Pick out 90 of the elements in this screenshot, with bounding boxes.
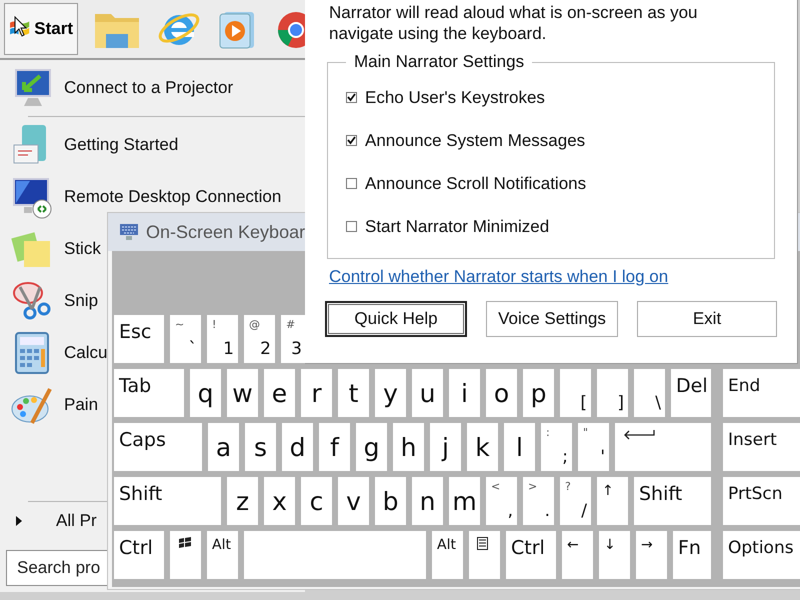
keyboard-key[interactable] [469, 531, 500, 579]
keyboard-key[interactable]: Alt [207, 531, 238, 579]
keyboard-key[interactable]: n [412, 477, 443, 525]
keyboard-key[interactable]: a [208, 423, 239, 471]
keyboard-key[interactable]: < , [486, 477, 517, 525]
keyboard-key[interactable]: Insert [723, 423, 800, 471]
keyboard-key[interactable]: v [338, 477, 369, 525]
keyboard-key[interactable]: b [375, 477, 406, 525]
keyboard-key[interactable]: Fn [673, 531, 711, 579]
keyboard-key[interactable]: PrtScn [723, 477, 800, 525]
keyboard-key[interactable]: w [227, 369, 258, 417]
keyboard-key[interactable]: : ; [541, 423, 572, 471]
keyboard-key[interactable]: End [723, 369, 800, 417]
checkbox[interactable] [346, 221, 357, 232]
mouse-pointer-icon [14, 16, 28, 38]
keyboard-key[interactable]: [ [560, 369, 591, 417]
keyboard-key[interactable]: f [319, 423, 350, 471]
menu-item[interactable]: Snip [64, 291, 98, 311]
keyboard-key[interactable]: x [264, 477, 295, 525]
keyboard-key[interactable]: Shift [634, 477, 711, 525]
keyboard-key[interactable]: i [449, 369, 480, 417]
checkbox-label[interactable]: Announce Scroll Notifications [365, 174, 586, 194]
checkbox-label[interactable]: Start Narrator Minimized [365, 216, 550, 236]
enter-arrow-icon [623, 429, 655, 441]
keyboard-key[interactable]: s [245, 423, 276, 471]
keyboard-key[interactable]: Alt [432, 531, 463, 579]
keyboard-key[interactable]: Caps [114, 423, 202, 471]
windows-logo-icon [178, 537, 192, 549]
keyboard-icon [118, 222, 140, 242]
checkbox[interactable] [346, 92, 357, 103]
all-programs-link[interactable]: All Pr [56, 511, 97, 531]
menu-item[interactable]: Stick [64, 239, 101, 259]
dialog-button[interactable]: Exit [637, 301, 777, 337]
checkbox-label[interactable]: Echo User's Keystrokes [365, 88, 545, 108]
menu-item[interactable]: Connect to a Projector [64, 78, 234, 98]
keyboard-key[interactable]: ? / [560, 477, 591, 525]
checkbox[interactable] [346, 135, 357, 146]
keyboard-key[interactable]: Del [671, 369, 711, 417]
keyboard-key[interactable]: l [504, 423, 535, 471]
keyboard-key[interactable]: → [636, 531, 667, 579]
dialog-button[interactable]: Quick Help [325, 301, 467, 337]
keyboard-key[interactable]: h [393, 423, 424, 471]
keyboard-key[interactable]: q [190, 369, 221, 417]
start-button[interactable]: Start [4, 3, 78, 55]
menu-item[interactable]: Calcu [64, 343, 108, 363]
menu-item[interactable]: Pain [64, 395, 98, 415]
keyboard-key[interactable]: ↑ [597, 477, 628, 525]
keyboard-key[interactable]: c [301, 477, 332, 525]
keyboard-key[interactable]: t [338, 369, 369, 417]
keyboard-key[interactable]: ↓ [599, 531, 630, 579]
keyboard-key[interactable]: \ [634, 369, 665, 417]
keyboard-key[interactable]: " ' [578, 423, 609, 471]
keyboard-key[interactable]: ] [597, 369, 628, 417]
keyboard-key[interactable]: Esc [114, 315, 164, 363]
keyboard-key[interactable]: @ 2 [244, 315, 275, 363]
keyboard-key[interactable]: ~ ` [170, 315, 201, 363]
keyboard-key[interactable]: k [467, 423, 498, 471]
keyboard-key[interactable]: j [430, 423, 461, 471]
keyboard-key[interactable]: ← [562, 531, 593, 579]
keyboard-key[interactable] [170, 531, 201, 579]
keyboard-key[interactable]: p [523, 369, 554, 417]
keyboard-key[interactable]: Ctrl [114, 531, 164, 579]
checkbox[interactable] [346, 178, 357, 189]
group-title: Main Narrator Settings [353, 52, 526, 72]
keyboard-key[interactable]: u [412, 369, 443, 417]
keyboard-key[interactable]: Shift [114, 477, 221, 525]
keyboard-key[interactable]: Ctrl [506, 531, 556, 579]
keyboard-key[interactable]: Options [723, 531, 800, 579]
keyboard-key[interactable]: y [375, 369, 406, 417]
keyboard-key[interactable]: r [301, 369, 332, 417]
menu-item[interactable]: Remote Desktop Connection [64, 187, 282, 207]
keyboard-key[interactable]: # 3 [281, 315, 306, 363]
keyboard-key[interactable]: o [486, 369, 517, 417]
keyboard-key[interactable]: d [282, 423, 313, 471]
keyboard-key[interactable]: > . [523, 477, 554, 525]
triangle-icon [16, 516, 22, 526]
keyboard-key[interactable]: e [264, 369, 295, 417]
keyboard-key[interactable]: z [227, 477, 258, 525]
dialog-button[interactable]: Voice Settings [486, 301, 618, 337]
menu-icon [477, 537, 488, 550]
intro-text: Narrator will read aloud what is on-screen as you navigate using the keyboard. [329, 2, 699, 44]
keyboard-key[interactable]: ! 1 [207, 315, 238, 363]
keyboard-key[interactable]: Tab [114, 369, 184, 417]
menu-item[interactable]: Getting Started [64, 135, 178, 155]
link[interactable]: Control whether Narrator starts when I log on [329, 267, 668, 287]
monitor-icon [10, 175, 54, 219]
window-title: On-Screen Keyboar [146, 222, 306, 242]
keyboard-key[interactable]: m [449, 477, 480, 525]
keyboard-key[interactable]: g [356, 423, 387, 471]
checkbox-label[interactable]: Announce System Messages [365, 130, 586, 150]
